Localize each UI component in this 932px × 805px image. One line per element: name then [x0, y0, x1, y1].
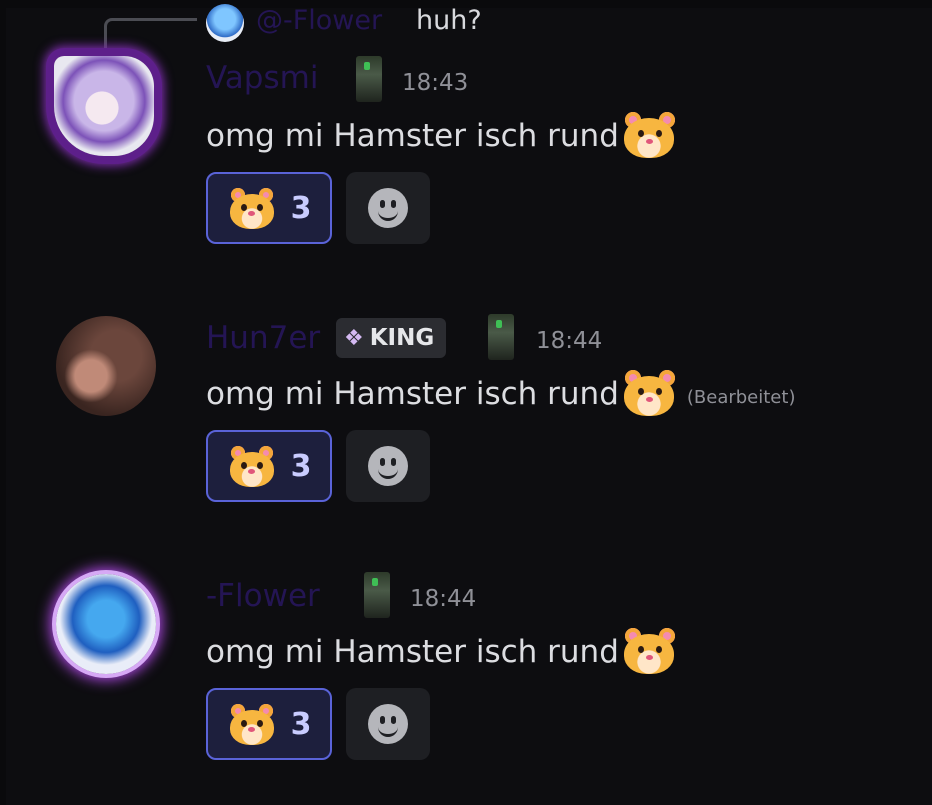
- reply-connector: [104, 18, 197, 49]
- avatar[interactable]: [56, 316, 156, 416]
- edited-label: (Bearbeitet): [686, 387, 796, 408]
- timestamp[interactable]: 18:43: [402, 68, 468, 98]
- diamond-icon: ❖: [344, 325, 364, 351]
- avatar[interactable]: [54, 56, 154, 156]
- hamster-icon: [621, 368, 679, 420]
- add-reaction-button[interactable]: [346, 688, 430, 760]
- reaction-count: 3: [290, 448, 312, 484]
- smiley-icon: [368, 704, 408, 744]
- reaction-count: 3: [290, 190, 312, 226]
- smiley-icon: [368, 188, 408, 228]
- add-reaction-button[interactable]: [346, 172, 430, 244]
- reply-avatar[interactable]: [206, 4, 244, 42]
- role-icon[interactable]: [364, 572, 390, 618]
- username[interactable]: Vapsmi: [206, 58, 318, 98]
- hamster-icon: [621, 626, 679, 678]
- reaction-count: 3: [290, 706, 312, 742]
- server-tag-label: KING: [369, 325, 435, 351]
- message-content: omg mi Hamster isch rund (Bearbeitet): [206, 368, 795, 420]
- username[interactable]: Hun7er: [206, 318, 320, 358]
- role-icon[interactable]: [356, 56, 382, 102]
- reply-text[interactable]: huh?: [416, 3, 482, 39]
- reaction-button[interactable]: 3: [206, 688, 332, 760]
- message-content: omg mi Hamster isch rund: [206, 110, 679, 162]
- reaction-button[interactable]: 3: [206, 430, 332, 502]
- hamster-icon: [227, 186, 277, 230]
- hamster-icon: [227, 702, 277, 746]
- server-tag[interactable]: ❖ KING: [336, 318, 447, 358]
- message-text: omg mi Hamster isch rund: [206, 376, 619, 412]
- avatar[interactable]: [56, 574, 156, 674]
- reply-username[interactable]: @-Flower: [256, 3, 382, 39]
- username[interactable]: -Flower: [206, 576, 320, 616]
- timestamp[interactable]: 18:44: [410, 584, 476, 614]
- role-icon[interactable]: [488, 314, 514, 360]
- smiley-icon: [368, 446, 408, 486]
- hamster-icon: [227, 444, 277, 488]
- timestamp[interactable]: 18:44: [536, 326, 602, 356]
- message-text: omg mi Hamster isch rund: [206, 634, 619, 670]
- hamster-icon: [621, 110, 679, 162]
- add-reaction-button[interactable]: [346, 430, 430, 502]
- message-text: omg mi Hamster isch rund: [206, 118, 619, 154]
- message-content: omg mi Hamster isch rund: [206, 626, 679, 678]
- reaction-button[interactable]: 3: [206, 172, 332, 244]
